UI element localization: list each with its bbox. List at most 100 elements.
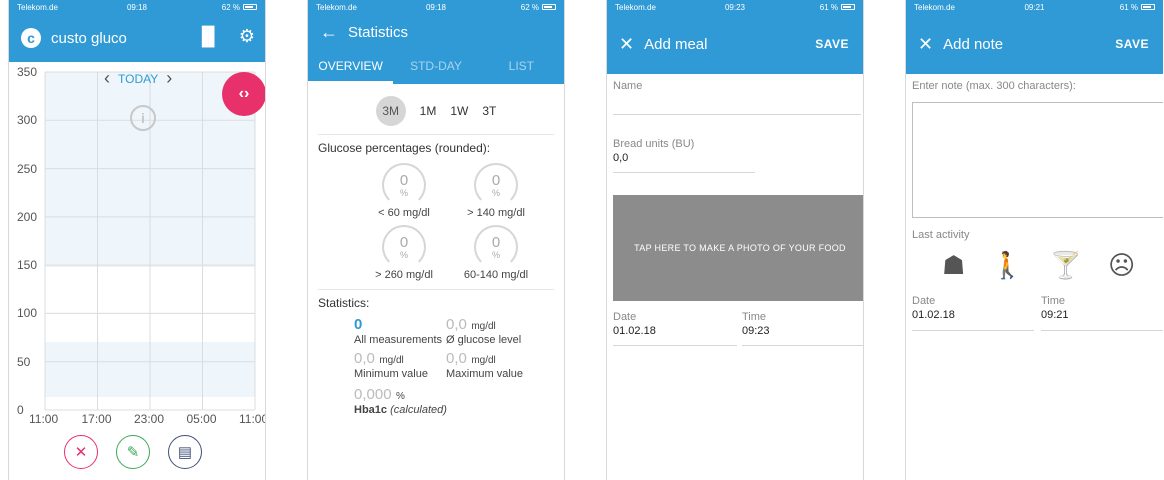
page-title: Add meal xyxy=(644,35,708,53)
back-arrow-icon[interactable]: ← xyxy=(320,22,338,43)
date-field[interactable]: Date 01.02.18 xyxy=(912,295,955,321)
stat-all-measurements: 0 All measurements xyxy=(354,316,446,346)
range-3m[interactable]: 3M xyxy=(375,96,406,126)
time-value: 09:23 xyxy=(742,325,770,337)
stat-value: 0,0 xyxy=(446,316,467,333)
battery-status: 62 % xyxy=(177,3,257,12)
time-field[interactable]: Time 09:23 xyxy=(742,311,770,337)
chevron-left-icon[interactable]: ‹ xyxy=(104,68,110,89)
gauge-unit: % xyxy=(491,187,500,198)
time-label: Time xyxy=(742,311,767,323)
add-note-screen: Telekom.de 09:21 61 % ✕ Add note SAVE En… xyxy=(905,0,1163,480)
time-field[interactable]: Time 09:21 xyxy=(1041,295,1069,321)
battery-label: 62 % xyxy=(221,2,240,12)
stat-maximum: 0,0 mg/dl Maximum value xyxy=(446,350,546,380)
bu-label: Bread units (BU) xyxy=(613,138,695,150)
divider xyxy=(613,345,737,346)
y-tick-label: 50 xyxy=(17,354,31,369)
gauge: 0% 60-140 mg/dl xyxy=(456,225,536,281)
range-1w[interactable]: 1W xyxy=(450,104,468,118)
cocktail-glass-icon[interactable]: 🍸 xyxy=(1050,250,1082,281)
y-tick-label: 100 xyxy=(17,306,38,321)
app-bar-actions: ▐▌ ⚙ xyxy=(195,26,255,47)
page-title: Add note xyxy=(943,35,1004,53)
stat-label: All measurements xyxy=(354,334,443,346)
add-note-button[interactable]: ▤ xyxy=(168,435,202,469)
bluetooth-sync-button[interactable]: ‹› xyxy=(222,72,265,116)
stat-unit: % xyxy=(396,391,405,402)
note-textarea[interactable] xyxy=(912,102,1163,218)
clock-label: 09:21 xyxy=(1024,2,1045,12)
meal-icon: ✕ xyxy=(74,444,88,461)
save-button[interactable]: SAVE xyxy=(815,37,849,51)
quick-actions: ✕ ✎ ▤ xyxy=(64,435,202,469)
app-bar: ✕ Add note SAVE xyxy=(906,14,1163,74)
tab-overview[interactable]: OVERVIEW xyxy=(308,50,394,84)
stat-value: 0,0 xyxy=(354,350,375,367)
status-bar: Telekom.de 09:18 62 % xyxy=(308,0,564,14)
name-label: Name xyxy=(613,80,643,92)
divider xyxy=(1041,330,1163,331)
y-tick-label: 250 xyxy=(17,161,38,176)
range-3t[interactable]: 3T xyxy=(482,104,496,118)
gauge-unit: % xyxy=(399,187,408,198)
date-field[interactable]: Date 01.02.18 xyxy=(613,311,656,337)
home-screen: Telekom.de 09:18 62 % c custo gluco ▐▌ ⚙… xyxy=(8,0,266,480)
tab-bar: OVERVIEW STD-DAY LIST xyxy=(308,50,564,84)
tab-std-day[interactable]: STD-DAY xyxy=(393,50,478,84)
cake-icon[interactable]: ☗ xyxy=(942,250,965,281)
carrier-label: Telekom.de xyxy=(17,2,58,12)
divider xyxy=(613,114,861,115)
x-tick-label: 11:00 xyxy=(239,412,266,426)
clock-label: 09:18 xyxy=(126,2,148,12)
close-icon[interactable]: ✕ xyxy=(619,34,634,55)
app-bar: ✕ Add meal SAVE xyxy=(607,14,863,74)
chevron-right-icon[interactable]: › xyxy=(166,68,172,89)
date-value: 01.02.18 xyxy=(912,309,955,321)
stats-heading: Statistics: xyxy=(318,289,554,310)
sad-face-icon[interactable]: ☹ xyxy=(1108,250,1135,281)
name-field[interactable]: Name xyxy=(613,80,642,92)
battery-label: 61 % xyxy=(819,2,838,12)
stat-unit: mg/dl xyxy=(471,355,496,366)
add-insulin-button[interactable]: ✎ xyxy=(116,435,150,469)
gear-icon[interactable]: ⚙ xyxy=(239,26,255,47)
note-icon: ▤ xyxy=(177,444,193,461)
close-icon[interactable]: ✕ xyxy=(918,34,933,55)
gauge-label: < 60 mg/dl xyxy=(378,207,430,219)
activity-label: Last activity xyxy=(912,229,970,241)
battery-label: 62 % xyxy=(520,2,539,12)
save-button[interactable]: SAVE xyxy=(1115,37,1149,51)
bu-value: 0,0 xyxy=(613,152,629,164)
syringe-icon: ✎ xyxy=(126,444,140,461)
y-tick-label: 350 xyxy=(17,65,38,79)
app-bar: ← Statistics xyxy=(308,14,564,50)
hba1c-label: Hba1c xyxy=(354,404,388,416)
glucose-gauges: 0% < 60 mg/dl 0% > 140 mg/dl 0% > 260 mg/dl… xyxy=(364,163,564,281)
today-label[interactable]: TODAY xyxy=(118,72,158,86)
carrier-label: Telekom.de xyxy=(914,2,955,12)
photo-button[interactable]: TAP HERE TO MAKE A PHOTO OF YOUR FOOD xyxy=(613,195,863,301)
add-meal-button[interactable]: ✕ xyxy=(64,435,98,469)
photo-text: TAP HERE TO MAKE A PHOTO OF YOUR FOOD xyxy=(634,243,846,253)
status-bar: Telekom.de 09:21 61 % xyxy=(906,0,1163,14)
battery-status: 62 % xyxy=(476,3,556,12)
clock-label: 09:23 xyxy=(724,2,746,12)
battery-icon xyxy=(841,4,855,10)
range-1m[interactable]: 1M xyxy=(420,104,437,118)
stat-label: Minimum value xyxy=(354,368,428,380)
clock-label: 09:18 xyxy=(425,2,447,12)
y-tick-label: 0 xyxy=(17,403,24,417)
info-icon[interactable]: i xyxy=(130,105,156,131)
bread-units-field[interactable]: Bread units (BU) 0,0 xyxy=(613,138,694,164)
walking-icon[interactable]: 🚶 xyxy=(991,250,1023,281)
stat-value: 0,000 xyxy=(354,386,392,403)
gauge-label: > 140 mg/dl xyxy=(467,207,525,219)
stat-label: Ø glucose level xyxy=(446,334,522,346)
gauge-label: 60-140 mg/dl xyxy=(463,269,529,281)
bar-chart-icon[interactable]: ▐▌ xyxy=(195,26,221,47)
tab-list[interactable]: LIST xyxy=(479,50,564,84)
sync-icon: ‹› xyxy=(238,85,250,102)
x-tick-label: 05:00 xyxy=(186,412,217,426)
stat-minimum: 0,0 mg/dl Minimum value xyxy=(354,350,446,380)
